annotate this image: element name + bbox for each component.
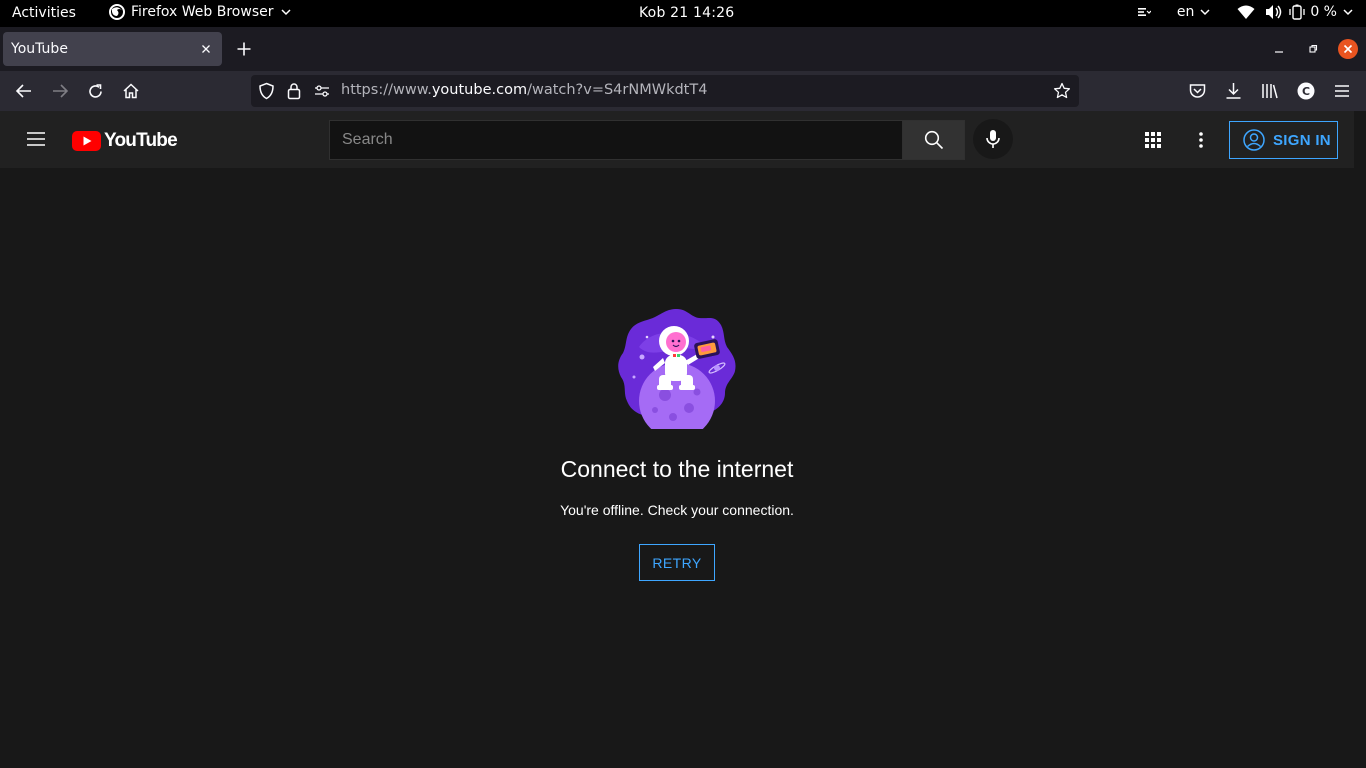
tracking-shield-icon[interactable] — [258, 82, 275, 100]
tab-strip: YouTube — [0, 27, 1366, 71]
tab-youtube[interactable]: YouTube — [3, 32, 222, 66]
battery-percent: 0 % — [1310, 4, 1337, 20]
sign-in-button[interactable]: SIGN IN — [1229, 121, 1338, 159]
system-top-bar: Activities Firefox Web Browser Kob 21 14… — [0, 0, 1366, 27]
youtube-masthead: YouTube SIGN IN — [0, 111, 1354, 168]
url-bar[interactable]: https://www.youtube.com/watch?v=S4rNMWkd… — [251, 75, 1079, 107]
bookmark-star-icon[interactable] — [1053, 82, 1071, 100]
input-method-icon[interactable] — [1137, 5, 1151, 19]
account-circle-icon — [1243, 129, 1265, 151]
search-input[interactable] — [330, 121, 902, 159]
lock-icon[interactable] — [287, 82, 301, 100]
system-tray[interactable]: en 0 % — [1137, 4, 1354, 20]
reload-icon[interactable] — [87, 83, 104, 100]
home-icon[interactable] — [122, 82, 140, 100]
app-menu[interactable]: Firefox Web Browser — [109, 4, 292, 20]
svg-text:C: C — [1302, 85, 1310, 98]
downloads-icon[interactable] — [1225, 82, 1242, 100]
voice-search-button[interactable] — [973, 119, 1013, 159]
chevron-down-icon — [1199, 6, 1211, 18]
forward-arrow-icon[interactable] — [51, 83, 69, 99]
permissions-icon[interactable] — [314, 85, 330, 97]
clock[interactable]: Kob 21 14:26 — [639, 5, 734, 21]
activities-button[interactable]: Activities — [12, 5, 76, 21]
battery-icon — [1289, 4, 1305, 20]
minimize-icon[interactable] — [1273, 43, 1285, 55]
wifi-icon — [1237, 4, 1255, 20]
url-path: /watch?v=S4rNMWkdtT4 — [527, 82, 708, 98]
offline-astronaut-illustration — [617, 307, 737, 429]
offline-message: You're offline. Check your connection. — [560, 502, 794, 518]
new-tab-icon[interactable] — [236, 41, 252, 57]
page-scrollbar[interactable] — [1354, 111, 1366, 768]
more-options-icon[interactable] — [1197, 131, 1205, 149]
youtube-logo[interactable]: YouTube — [72, 130, 178, 152]
search-box — [329, 120, 902, 160]
close-window-icon[interactable] — [1338, 39, 1358, 59]
back-arrow-icon[interactable] — [15, 83, 33, 99]
url-prefix: https://www. — [341, 82, 432, 98]
language-indicator[interactable]: en — [1177, 4, 1195, 20]
library-icon[interactable] — [1261, 83, 1279, 99]
close-tab-icon[interactable] — [198, 41, 214, 57]
youtube-wordmark: YouTube — [104, 130, 178, 151]
search-button[interactable] — [902, 120, 965, 160]
microphone-icon — [985, 129, 1001, 149]
search-icon — [924, 130, 944, 150]
youtube-play-icon — [72, 131, 101, 151]
offline-title: Connect to the internet — [560, 456, 794, 482]
restore-icon[interactable] — [1307, 43, 1319, 55]
hamburger-menu-icon[interactable] — [1334, 84, 1350, 98]
url-domain: youtube.com — [431, 82, 528, 98]
apps-grid-icon[interactable] — [1144, 131, 1162, 149]
navigation-toolbar: https://www.youtube.com/watch?v=S4rNMWkd… — [0, 71, 1366, 111]
chevron-down-icon — [280, 6, 292, 18]
pocket-icon[interactable] — [1189, 83, 1206, 99]
app-name: Firefox Web Browser — [131, 4, 274, 20]
volume-icon — [1265, 4, 1283, 20]
chevron-down-icon — [1342, 6, 1354, 18]
retry-button[interactable]: RETRY — [639, 544, 715, 581]
tab-title: YouTube — [11, 41, 68, 57]
sign-in-label: SIGN IN — [1273, 131, 1331, 149]
firefox-icon — [109, 4, 125, 20]
url-text[interactable]: https://www.youtube.com/watch?v=S4rNMWkd… — [341, 82, 707, 98]
guide-menu-icon[interactable] — [26, 130, 46, 148]
account-avatar-icon[interactable]: C — [1297, 82, 1315, 100]
